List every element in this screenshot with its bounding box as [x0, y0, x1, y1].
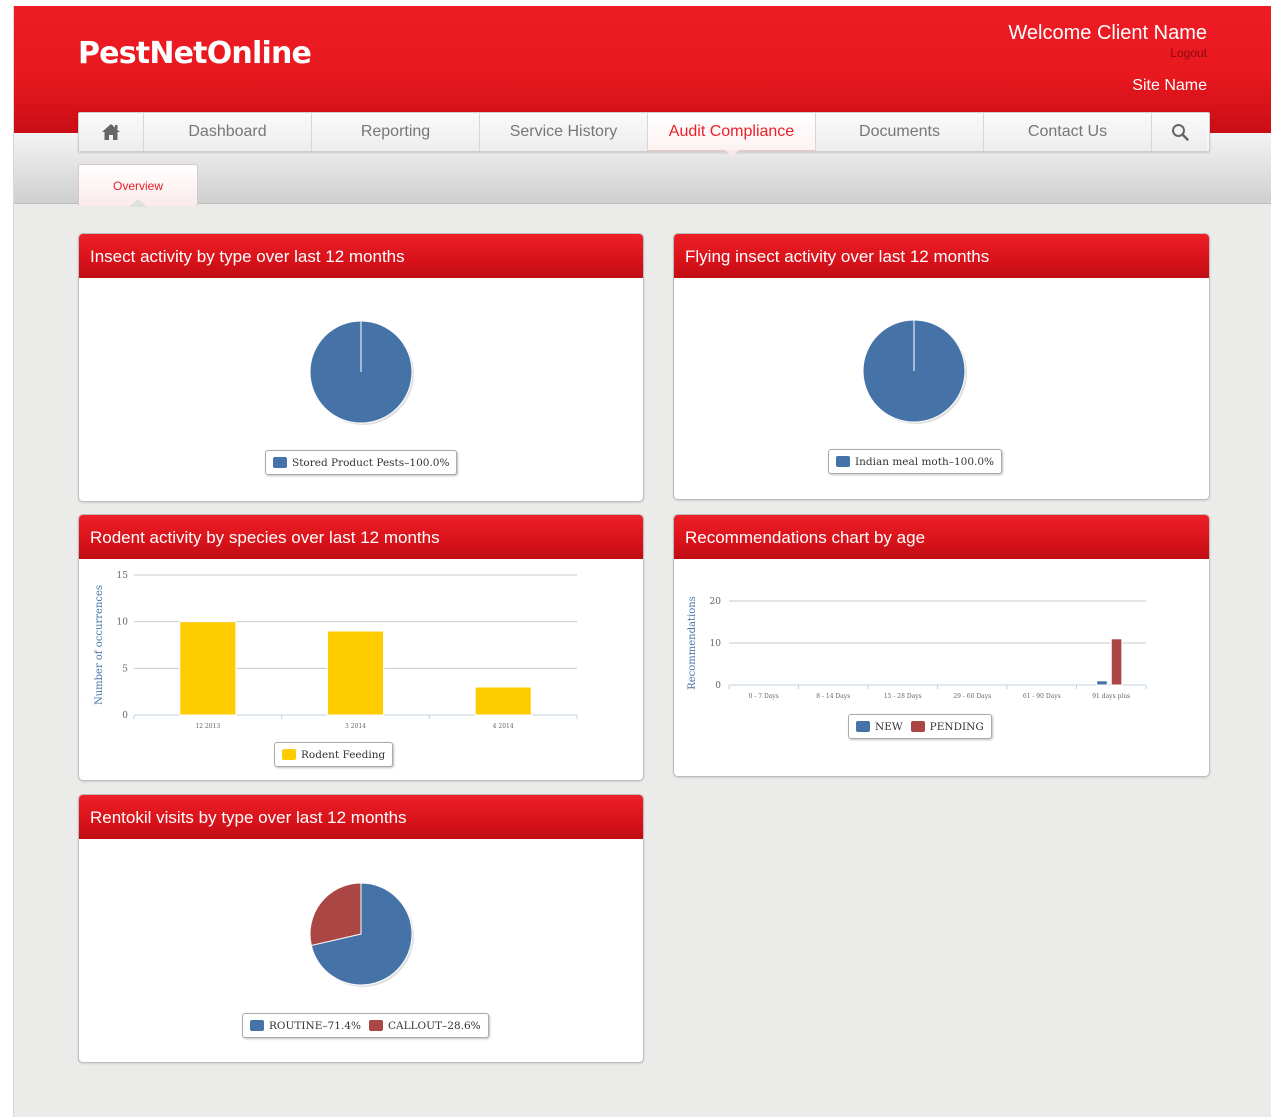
- site-name: Site Name: [1132, 77, 1207, 94]
- card-recommendations: Recommendations chart by age 0 10 20 Recomm…: [673, 514, 1210, 777]
- y-tick-label: 0: [715, 681, 721, 691]
- card-title: Rodent activity by species over last 12 …: [79, 515, 643, 559]
- bar: [179, 621, 237, 716]
- legend-item-pending[interactable]: PENDING: [910, 720, 984, 733]
- legend-item-new[interactable]: NEW: [856, 721, 903, 733]
- legend-item-routine[interactable]: ROUTINE–71.4%: [250, 1020, 361, 1032]
- logout-link[interactable]: Logout: [1170, 46, 1207, 60]
- chart-rodent-species: 0 5 10 15 Number of occurrences 12 2013 3 2014…: [79, 559, 643, 780]
- nav-search[interactable]: [1152, 113, 1207, 151]
- y-tick-label: 20: [710, 597, 722, 607]
- chart-legend: NEW PENDING: [848, 714, 992, 739]
- main-nav: Dashboard Reporting Service History Audi…: [78, 112, 1210, 157]
- legend-label: Stored Product Pests–100.0%: [292, 456, 450, 469]
- legend-label: Indian meal moth–100.0%: [855, 455, 995, 468]
- legend-item[interactable]: Indian meal moth–100.0%: [836, 456, 994, 468]
- legend-swatch: [273, 457, 287, 468]
- chart-legend: Rodent Feeding: [274, 742, 394, 767]
- home-icon: [102, 124, 120, 140]
- y-axis-label: Recommendations: [687, 596, 698, 690]
- card-title: Recommendations chart by age: [674, 515, 1209, 559]
- x-tick-label: 12 2013: [195, 723, 220, 730]
- legend-label: CALLOUT–28.6%: [387, 1019, 481, 1032]
- legend-swatch: [368, 1020, 383, 1031]
- chart-recommendations: 0 10 20 Recommendations 0 - 7 Days 8 - 14 Day…: [674, 559, 1209, 776]
- legend-item[interactable]: Stored Product Pests–100.0%: [273, 457, 449, 469]
- bar: [1096, 680, 1108, 686]
- x-tick-label: 15 - 28 Days: [884, 693, 922, 700]
- nav-service-history[interactable]: Service History: [480, 113, 648, 151]
- card-title: Flying insect activity over last 12 mont…: [674, 234, 1209, 278]
- bar-chart-recommendations: 0 10 20 Recommendations 0 - 7 Days 8 - 14 Day…: [687, 596, 1147, 700]
- chart-insect-type: Stored Product Pests–100.0%: [79, 278, 643, 501]
- legend-item-callout[interactable]: CALLOUT–28.6%: [368, 1019, 481, 1032]
- card-title: Rentokil visits by type over last 12 mon…: [79, 795, 643, 839]
- legend-label: ROUTINE–71.4%: [269, 1019, 361, 1032]
- bar: [1110, 638, 1123, 686]
- nav-documents[interactable]: Documents: [816, 113, 984, 151]
- legend-label: Rodent Feeding: [301, 748, 386, 761]
- x-tick-label: 3 2014: [345, 723, 366, 730]
- legend-label: PENDING: [929, 720, 984, 733]
- card-visits: Rentokil visits by type over last 12 mon…: [78, 794, 644, 1063]
- chart-legend: Indian meal moth–100.0%: [828, 449, 1003, 474]
- pie-slice: [309, 882, 362, 947]
- x-tick-label: 8 - 14 Days: [816, 693, 850, 700]
- legend-label: NEW: [875, 720, 903, 733]
- x-tick-label: 91 days plus: [1092, 693, 1130, 700]
- y-tick-label: 0: [122, 711, 128, 721]
- x-tick-label: 29 - 60 Days: [953, 693, 991, 700]
- app-frame: PestNetOnline Welcome Client Name Logout…: [13, 6, 1271, 1117]
- y-axis-label: Number of occurrences: [94, 585, 105, 705]
- chart-legend: ROUTINE–71.4% CALLOUT–28.6%: [242, 1013, 489, 1038]
- nav-reporting[interactable]: Reporting: [312, 113, 480, 151]
- card-rodent-species: Rodent activity by species over last 12 …: [78, 514, 644, 781]
- legend-swatch: [282, 749, 296, 760]
- y-tick-label: 10: [117, 618, 129, 628]
- search-icon: [1171, 124, 1189, 141]
- card-insect-type: Insect activity by type over last 12 mon…: [78, 233, 644, 502]
- legend-swatch: [250, 1020, 264, 1031]
- tab-overview[interactable]: Overview: [78, 164, 198, 207]
- card-title: Insect activity by type over last 12 mon…: [79, 234, 643, 278]
- legend-swatch: [836, 456, 850, 467]
- legend-swatch: [910, 721, 925, 732]
- chart-flying-insect: Indian meal moth–100.0%: [674, 278, 1209, 499]
- y-tick-label: 15: [117, 571, 129, 581]
- bar: [474, 686, 532, 716]
- nav-dashboard[interactable]: Dashboard: [144, 113, 312, 151]
- card-flying-insect: Flying insect activity over last 12 mont…: [673, 233, 1210, 500]
- nav-contact-us[interactable]: Contact Us: [984, 113, 1152, 151]
- x-tick-label: 0 - 7 Days: [749, 693, 779, 700]
- x-tick-label: 61 - 90 Days: [1023, 693, 1061, 700]
- legend-item[interactable]: Rodent Feeding: [282, 749, 385, 761]
- y-tick-label: 10: [710, 639, 722, 649]
- nav-audit-compliance[interactable]: Audit Compliance: [648, 113, 816, 157]
- legend-swatch: [856, 721, 870, 732]
- x-tick-label: 4 2014: [493, 723, 514, 730]
- chart-legend: Stored Product Pests–100.0%: [265, 450, 458, 475]
- chart-visits: ROUTINE–71.4% CALLOUT–28.6%: [79, 839, 643, 1062]
- app-logo[interactable]: PestNetOnline: [78, 36, 312, 71]
- y-tick-label: 5: [122, 664, 128, 674]
- welcome-text: Welcome Client Name: [1008, 22, 1207, 44]
- nav-home[interactable]: [79, 113, 144, 151]
- bar: [326, 630, 385, 716]
